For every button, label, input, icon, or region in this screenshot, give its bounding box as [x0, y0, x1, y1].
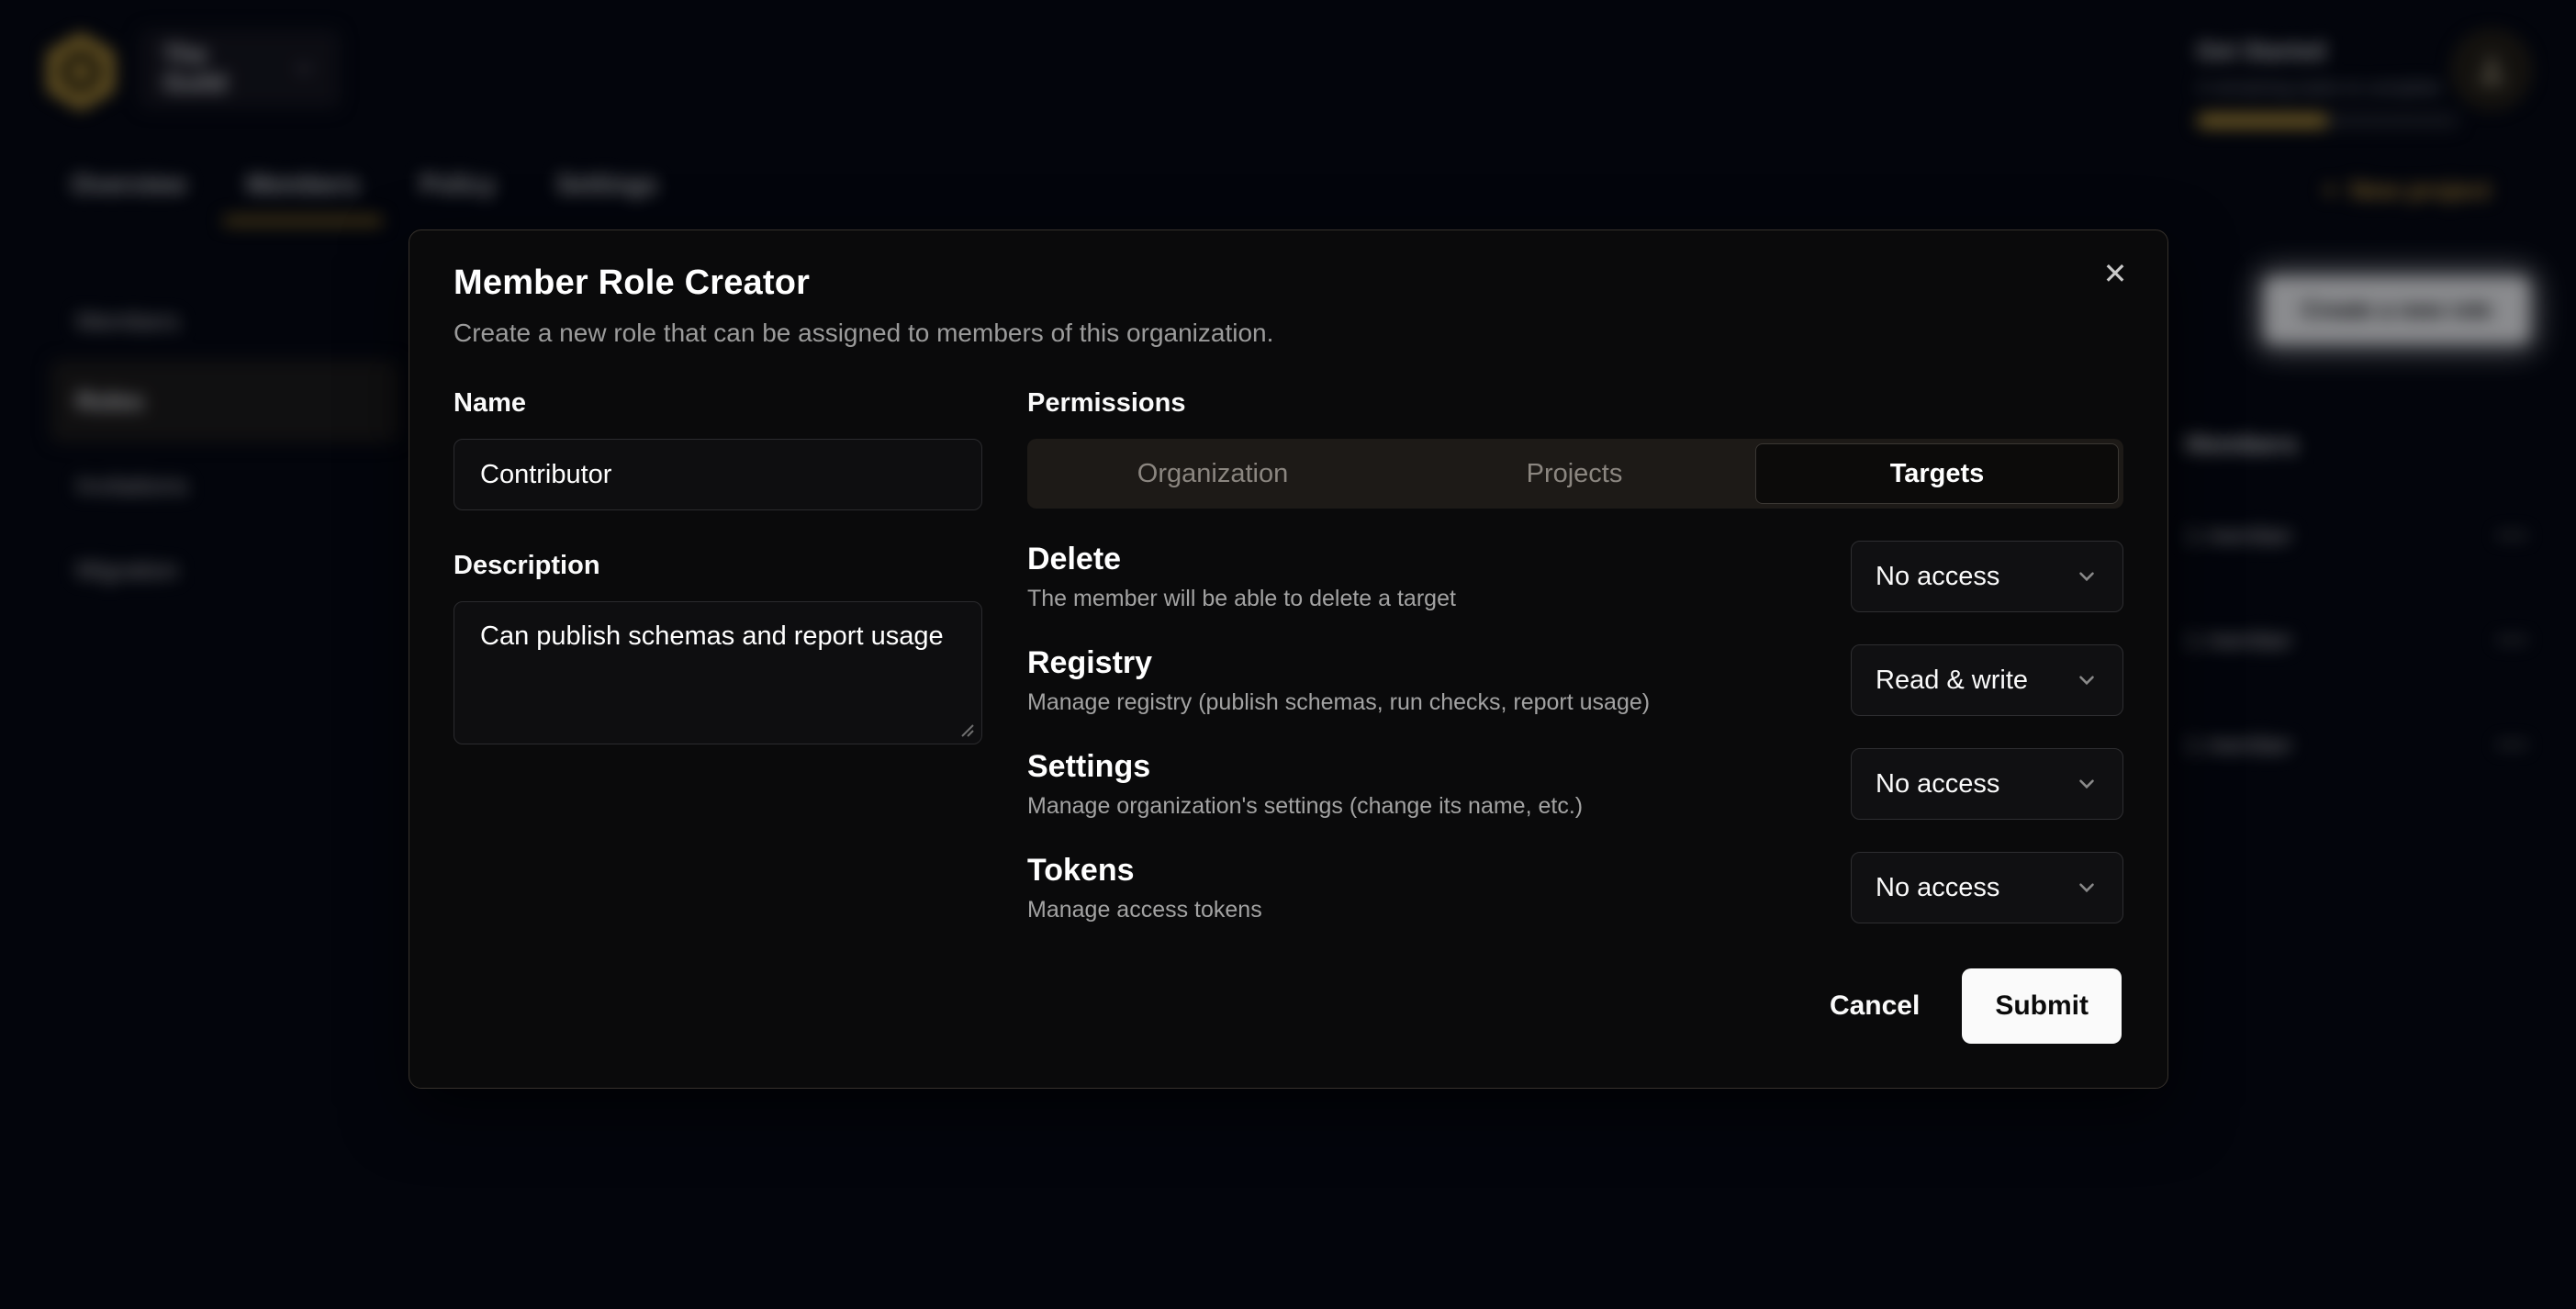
member-role-creator-modal: ✕ Member Role Creator Create a new role … — [409, 229, 2168, 1089]
chevron-down-icon — [2075, 876, 2099, 900]
access-select-value: No access — [1876, 769, 1999, 800]
description-label: Description — [454, 551, 982, 581]
name-label: Name — [454, 388, 526, 418]
modal-title: Member Role Creator — [454, 263, 810, 303]
permissions-label: Permissions — [1027, 388, 2123, 419]
permission-scope-tabs: Organization Projects Targets — [1027, 439, 2123, 509]
permission-row-registry: Registry Manage registry (publish schema… — [1027, 644, 2123, 716]
submit-button[interactable]: Submit — [1962, 968, 2122, 1044]
permission-title: Settings — [1027, 749, 1583, 785]
chevron-down-icon — [2075, 565, 2099, 588]
access-select-value: No access — [1876, 562, 1999, 592]
permission-description: Manage organization's settings (change i… — [1027, 793, 1583, 820]
modal-footer: Cancel Submit — [1830, 968, 2122, 1044]
app-root: The Guild Get Started 4 remaining tasks … — [0, 0, 2576, 1309]
access-select-value: No access — [1876, 873, 1999, 903]
permission-title: Tokens — [1027, 853, 1262, 889]
tab-organization[interactable]: Organization — [1032, 443, 1394, 504]
tab-targets[interactable]: Targets — [1755, 443, 2119, 504]
permission-description: Manage registry (publish schemas, run ch… — [1027, 689, 1650, 716]
permission-title: Registry — [1027, 645, 1650, 681]
permission-row-tokens: Tokens Manage access tokens No access — [1027, 852, 2123, 923]
resize-handle-icon[interactable] — [958, 722, 975, 738]
permission-row-settings: Settings Manage organization's settings … — [1027, 748, 2123, 820]
modal-subtitle: Create a new role that can be assigned t… — [454, 319, 1273, 348]
access-select-tokens[interactable]: No access — [1851, 852, 2123, 923]
permission-description: The member will be able to delete a targ… — [1027, 586, 1456, 612]
access-select-value: Read & write — [1876, 666, 2028, 696]
tab-projects[interactable]: Projects — [1394, 443, 1755, 504]
close-icon: ✕ — [2103, 256, 2128, 291]
chevron-down-icon — [2075, 668, 2099, 692]
permission-title: Delete — [1027, 542, 1456, 577]
access-select-settings[interactable]: No access — [1851, 748, 2123, 820]
permission-description: Manage access tokens — [1027, 897, 1262, 923]
cancel-button[interactable]: Cancel — [1830, 990, 1920, 1022]
close-button[interactable]: ✕ — [2094, 252, 2136, 295]
description-textarea[interactable]: Can publish schemas and report usage — [454, 601, 982, 744]
permissions-column: Permissions Organization Projects Target… — [1027, 388, 2123, 923]
access-select-registry[interactable]: Read & write — [1851, 644, 2123, 716]
role-identity-column: Name Description Can publish schemas and… — [454, 388, 982, 749]
permission-row-delete: Delete The member will be able to delete… — [1027, 541, 2123, 612]
name-input[interactable] — [454, 439, 982, 510]
chevron-down-icon — [2075, 772, 2099, 796]
access-select-delete[interactable]: No access — [1851, 541, 2123, 612]
